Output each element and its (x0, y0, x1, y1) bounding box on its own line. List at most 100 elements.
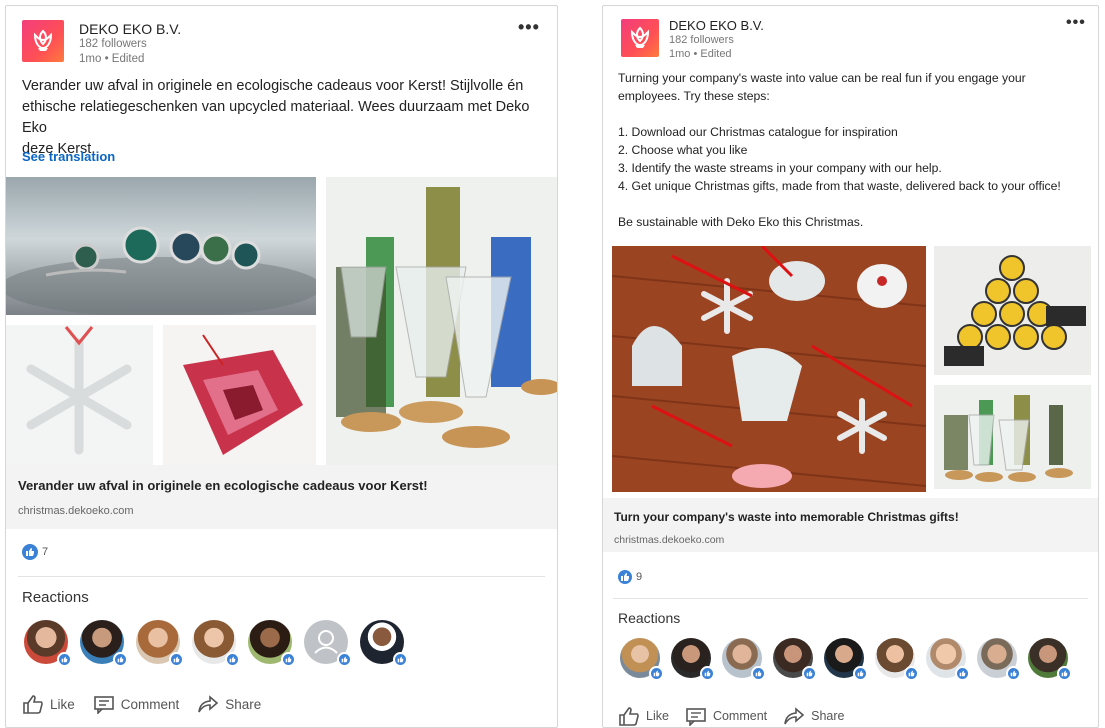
action-bar: Like Comment Share (618, 706, 844, 726)
like-icon (649, 666, 664, 681)
comment-button[interactable]: Comment (685, 706, 767, 726)
like-icon (618, 570, 632, 584)
reaction-avatar[interactable] (192, 620, 240, 667)
action-bar: Like Comment Share (22, 694, 261, 714)
post-header: DEKO EKO B.V. 182 followers 1mo • Edited… (603, 6, 1098, 66)
reaction-avatar[interactable] (80, 620, 128, 667)
image-bottle-glasses-small[interactable] (934, 385, 1091, 489)
share-button[interactable]: Share (783, 706, 844, 726)
like-icon (393, 652, 408, 667)
post-text-line: Be sustainable with Deko Eko this Christ… (618, 215, 864, 229)
thumbs-up-icon (23, 695, 43, 714)
reaction-avatar[interactable] (926, 638, 970, 681)
reaction-avatar[interactable] (136, 620, 184, 667)
link-preview[interactable]: Turn your company's waste into memorable… (603, 498, 1098, 552)
like-label: Like (646, 709, 669, 723)
link-title[interactable]: Turn your company's waste into memorable… (614, 510, 959, 524)
see-translation-link[interactable]: See translation (22, 149, 115, 164)
reaction-avatar[interactable] (977, 638, 1021, 681)
post-text-line: ethische relatiegeschenken van upcycled … (22, 99, 530, 136)
like-icon (802, 666, 817, 681)
divider (18, 576, 545, 577)
image-circuit-earrings[interactable] (6, 177, 316, 315)
link-url: christmas.dekoeko.com (614, 534, 725, 546)
like-icon (904, 666, 919, 681)
company-logo-icon[interactable] (22, 20, 64, 62)
like-button[interactable]: Like (618, 706, 669, 726)
post-text-line (618, 105, 1093, 123)
reactions-heading: Reactions (618, 610, 681, 626)
reaction-avatar[interactable] (824, 638, 868, 681)
like-icon (22, 544, 38, 560)
image-glass-ornaments[interactable] (612, 246, 926, 492)
divider (613, 598, 1088, 599)
thumbs-up-icon (619, 707, 639, 726)
like-icon (853, 666, 868, 681)
link-preview[interactable]: Verander uw afval in originele en ecolog… (6, 465, 557, 529)
image-patchwork-ornament[interactable] (163, 325, 316, 465)
like-icon (751, 666, 766, 681)
reaction-avatar[interactable] (1028, 638, 1072, 681)
image-bottle-glasses[interactable] (326, 177, 557, 465)
like-button[interactable]: Like (22, 694, 75, 714)
image-glass-snowflake[interactable] (6, 325, 153, 465)
like-icon (1006, 666, 1021, 681)
post-text-line: 1. Download our Christmas catalogue for … (618, 125, 898, 139)
like-icon (1057, 666, 1072, 681)
post-timestamp: 1mo • Edited (79, 53, 145, 65)
image-tube-pyramid[interactable] (934, 246, 1091, 375)
post-text-line: employees. Try these steps: (618, 89, 770, 103)
share-icon (198, 695, 219, 713)
follower-count: 182 followers (79, 38, 147, 50)
reaction-avatar[interactable] (875, 638, 919, 681)
like-icon (113, 652, 128, 667)
like-icon (169, 652, 184, 667)
post-text: Verander uw afval in originele en ecolog… (22, 76, 547, 160)
reaction-avatar[interactable] (248, 620, 296, 667)
post-text-line: Verander uw afval in originele en ecolog… (22, 78, 524, 94)
comment-label: Comment (712, 709, 768, 723)
like-icon (225, 652, 240, 667)
comment-icon (93, 696, 114, 714)
company-logo-icon[interactable] (621, 19, 659, 57)
comment-label: Comment (120, 696, 180, 712)
like-icon (337, 652, 352, 667)
post-card-english: DEKO EKO B.V. 182 followers 1mo • Edited… (602, 5, 1099, 728)
like-count-value: 9 (636, 571, 643, 583)
like-icon (700, 666, 715, 681)
reaction-avatar[interactable] (620, 638, 664, 681)
reaction-avatar[interactable] (24, 620, 72, 667)
like-icon (57, 652, 72, 667)
reaction-avatar[interactable] (773, 638, 817, 681)
comment-icon (686, 708, 706, 726)
share-label: Share (225, 696, 262, 712)
post-text-line: Turning your company's waste into value … (618, 71, 1026, 85)
like-icon (281, 652, 296, 667)
post-card-dutch: DEKO EKO B.V. 182 followers 1mo • Edited… (5, 5, 558, 728)
share-icon (784, 707, 805, 725)
more-options-icon[interactable]: ••• (518, 18, 540, 36)
like-count[interactable]: 9 (618, 570, 642, 584)
reaction-avatar[interactable] (671, 638, 715, 681)
share-label: Share (811, 709, 845, 723)
like-count-value: 7 (42, 546, 49, 558)
post-text-line: 4. Get unique Christmas gifts, made from… (618, 179, 1061, 193)
company-name[interactable]: DEKO EKO B.V. (669, 18, 764, 33)
reaction-avatar[interactable] (360, 620, 408, 667)
reaction-avatar-placeholder[interactable] (304, 620, 352, 667)
post-text-line: 3. Identify the waste streams in your co… (618, 161, 942, 175)
link-title[interactable]: Verander uw afval in originele en ecolog… (18, 478, 428, 493)
more-options-icon[interactable]: ••• (1066, 15, 1086, 31)
post-timestamp: 1mo • Edited (669, 48, 732, 60)
post-header: DEKO EKO B.V. 182 followers 1mo • Edited… (6, 6, 557, 66)
comment-button[interactable]: Comment (93, 694, 180, 714)
post-text-line: 2. Choose what you like (618, 143, 748, 157)
post-text: Turning your company's waste into value … (618, 69, 1093, 231)
follower-count: 182 followers (669, 34, 734, 46)
reactions-heading: Reactions (22, 589, 89, 606)
like-count[interactable]: 7 (22, 544, 48, 560)
reaction-avatar[interactable] (722, 638, 766, 681)
share-button[interactable]: Share (197, 694, 261, 714)
like-label: Like (50, 696, 75, 712)
company-name[interactable]: DEKO EKO B.V. (79, 21, 181, 37)
